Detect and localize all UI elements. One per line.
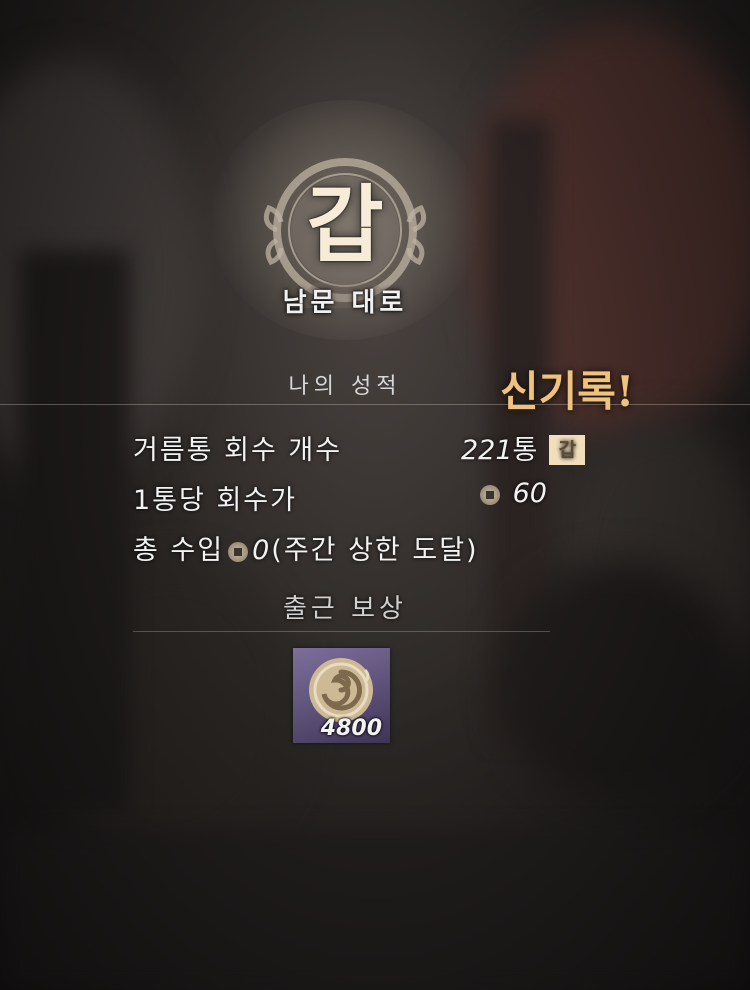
fertilizer-count-unit: 통 bbox=[512, 435, 538, 466]
fertilizer-count-label: 거름통 회수 개수 bbox=[133, 435, 343, 466]
divider bbox=[133, 631, 550, 632]
fertilizer-grade-badge: 갑 bbox=[549, 435, 586, 465]
fertilizer-count-number: 221 bbox=[461, 435, 513, 466]
coin-icon bbox=[228, 542, 249, 562]
coin-icon bbox=[480, 485, 500, 505]
fertilizer-count-value: 221통 갑 bbox=[461, 428, 586, 467]
per-unit-price-number: 60 bbox=[512, 478, 547, 509]
per-unit-price-value: 60 bbox=[476, 478, 547, 509]
section-title-my-result: 나의 성적 bbox=[288, 374, 402, 399]
weekly-cap-note: (주간 상한 도달) bbox=[271, 535, 479, 566]
total-income-row: 총 수입 0(주간 상한 도달) bbox=[133, 528, 479, 567]
total-income-label: 총 수입 bbox=[133, 535, 225, 566]
reward-section-title: 출근 보상 bbox=[283, 594, 407, 624]
per-unit-price-label: 1통당 회수가 bbox=[133, 485, 297, 516]
reward-item-slot[interactable]: 4800 bbox=[293, 648, 390, 743]
grade-character: 갑 bbox=[306, 175, 384, 274]
new-record-label: 신기록! bbox=[500, 367, 635, 416]
reward-item-quantity: 4800 bbox=[320, 716, 382, 741]
total-income-value: 0 bbox=[252, 535, 272, 566]
area-name: 남문 대로 bbox=[282, 288, 408, 318]
divider bbox=[0, 404, 750, 405]
